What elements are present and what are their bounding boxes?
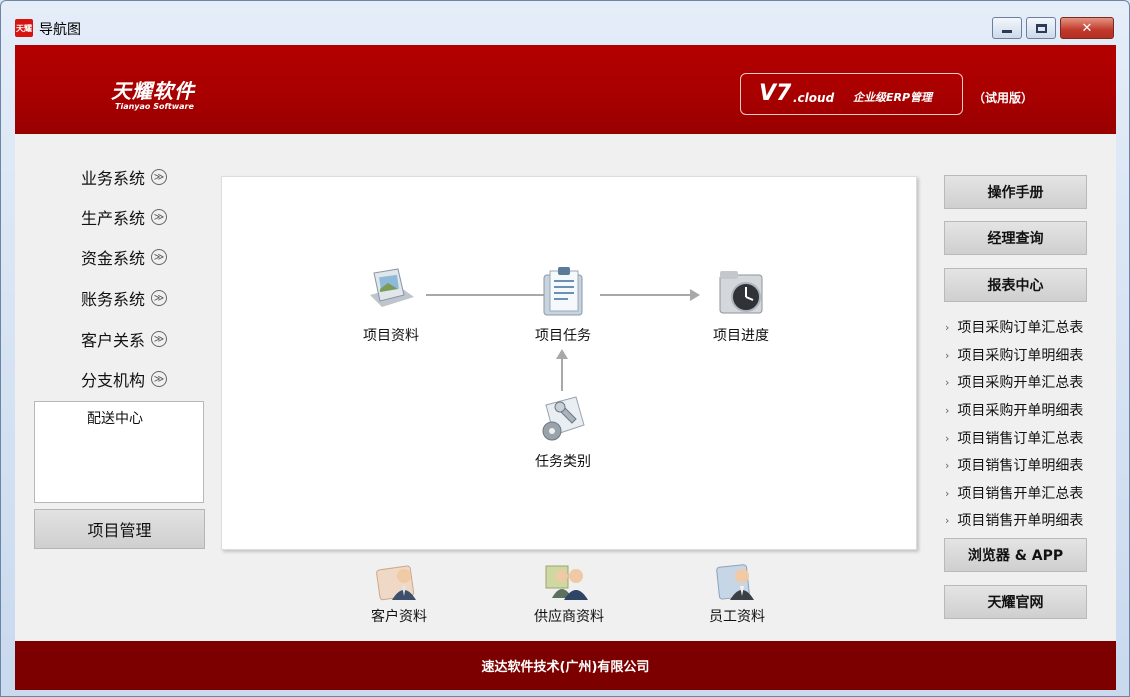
supplier-data-shortcut[interactable]: 供应商资料 xyxy=(524,562,614,626)
report-link-label: 项目采购开单汇总表 xyxy=(957,375,1084,391)
brand-logo: 天耀软件 Tianyao Software xyxy=(111,75,195,111)
browser-app-button[interactable]: 浏览器 & APP xyxy=(944,538,1087,572)
version-v7: V7 xyxy=(759,81,792,106)
window-title: 导航图 xyxy=(39,22,81,38)
node-label: 项目进度 xyxy=(713,328,769,344)
customer-data-icon xyxy=(374,562,424,602)
close-icon: ✕ xyxy=(1081,20,1093,36)
arrow-head xyxy=(556,349,568,359)
employee-data-shortcut[interactable]: 员工资料 xyxy=(692,562,782,626)
sub-item-distribution-center[interactable]: 配送中心 xyxy=(87,408,143,428)
manager-query-button[interactable]: 经理查询 xyxy=(944,221,1087,255)
sidebar-item-label: 客户关系 xyxy=(81,331,146,350)
chevron-right-icon: › xyxy=(945,486,950,500)
header-banner: 天耀软件 Tianyao Software V7 .cloud 企业级ERP管理… xyxy=(15,45,1116,134)
report-link[interactable]: › 项目销售订单明细表 xyxy=(945,455,1083,475)
report-link[interactable]: › 项目采购开单明细表 xyxy=(945,400,1083,420)
logo-cn: 天耀软件 xyxy=(111,79,195,103)
footer-bar: 速达软件技术(广州)有限公司 xyxy=(15,641,1116,690)
chevron-right-icon: › xyxy=(945,403,950,417)
node-label: 项目任务 xyxy=(535,328,591,344)
node-label: 项目资料 xyxy=(363,328,419,344)
chevron-right-icon: › xyxy=(945,375,950,389)
project-progress-icon xyxy=(714,265,768,319)
report-link[interactable]: › 项目采购订单汇总表 xyxy=(945,317,1083,337)
sidebar-item-accounts[interactable]: 账务系统 ≫ xyxy=(81,286,168,310)
shortcut-label: 供应商资料 xyxy=(534,609,604,625)
chevron-down-icon: ≫ xyxy=(151,209,168,225)
report-link[interactable]: › 项目采购开单汇总表 xyxy=(945,372,1083,392)
chevron-right-icon: › xyxy=(945,458,950,472)
title-bar[interactable]: 天耀 导航图 ✕ xyxy=(1,1,1129,45)
trial-label: （试用版） xyxy=(973,91,1034,105)
supplier-data-icon xyxy=(544,562,594,602)
flow-arrow xyxy=(600,294,692,296)
logo-en: Tianyao Software xyxy=(115,102,194,111)
sidebar-item-label: 生产系统 xyxy=(81,209,146,228)
project-task-icon xyxy=(536,265,590,319)
sidebar-item-label: 账务系统 xyxy=(81,290,146,309)
sidebar-item-label: 业务系统 xyxy=(81,169,146,188)
sidebar-item-label: 分支机构 xyxy=(81,371,146,390)
report-link-label: 项目采购开单明细表 xyxy=(957,403,1084,419)
employee-data-icon xyxy=(712,562,762,602)
sidebar-item-business[interactable]: 业务系统 ≫ xyxy=(81,165,168,189)
chevron-right-icon: › xyxy=(945,431,950,445)
sidebar-item-crm[interactable]: 客户关系 ≫ xyxy=(81,327,168,351)
node-project-data[interactable]: 项目资料 xyxy=(346,265,436,345)
sidebar-item-branches[interactable]: 分支机构 ≫ xyxy=(81,367,168,391)
report-link-label: 项目销售开单明细表 xyxy=(957,513,1084,529)
version-cloud: .cloud xyxy=(793,91,835,105)
chevron-down-icon: ≫ xyxy=(151,249,168,265)
shortcut-label: 客户资料 xyxy=(371,609,427,625)
report-link-label: 项目采购订单明细表 xyxy=(957,348,1084,364)
client-area: 天耀软件 Tianyao Software V7 .cloud 企业级ERP管理… xyxy=(15,45,1116,690)
report-link-label: 项目销售订单明细表 xyxy=(957,458,1084,474)
customer-data-shortcut[interactable]: 客户资料 xyxy=(354,562,444,626)
report-link[interactable]: › 项目采购订单明细表 xyxy=(945,345,1083,365)
report-link[interactable]: › 项目销售订单汇总表 xyxy=(945,428,1083,448)
close-button[interactable]: ✕ xyxy=(1060,17,1114,39)
chevron-right-icon: › xyxy=(945,513,950,527)
maximize-button[interactable] xyxy=(1026,17,1056,39)
report-link[interactable]: › 项目销售开单汇总表 xyxy=(945,483,1083,503)
node-label: 任务类别 xyxy=(535,454,591,470)
minimize-button[interactable] xyxy=(992,17,1022,39)
sidebar-item-label: 资金系统 xyxy=(81,249,146,268)
flow-canvas: 项目资料 项目任务 项目进度 任务类别 xyxy=(221,176,917,550)
node-task-category[interactable]: 任务类别 xyxy=(518,391,608,471)
window: 天耀 导航图 ✕ 天耀软件 Tianyao Software V7 .cloud… xyxy=(0,0,1130,697)
official-website-button[interactable]: 天耀官网 xyxy=(944,585,1087,619)
report-link-label: 项目销售订单汇总表 xyxy=(957,431,1084,447)
maximize-icon xyxy=(1035,23,1047,33)
chevron-down-icon: ≫ xyxy=(151,169,168,185)
sub-menu-panel: 配送中心 xyxy=(34,401,204,503)
version-erp: 企业级ERP管理 xyxy=(853,91,933,104)
chevron-right-icon: › xyxy=(945,320,950,334)
report-link-label: 项目采购订单汇总表 xyxy=(957,320,1084,336)
chevron-right-icon: › xyxy=(945,348,950,362)
flow-arrow xyxy=(561,359,563,391)
report-link-label: 项目销售开单汇总表 xyxy=(957,486,1084,502)
operation-manual-button[interactable]: 操作手册 xyxy=(944,175,1087,209)
minimize-icon xyxy=(1002,29,1012,33)
project-management-button[interactable]: 项目管理 xyxy=(34,509,205,549)
node-project-progress[interactable]: 项目进度 xyxy=(696,265,786,345)
chevron-down-icon: ≫ xyxy=(151,371,168,387)
node-project-task[interactable]: 项目任务 xyxy=(518,265,608,345)
report-center-button[interactable]: 报表中心 xyxy=(944,268,1087,302)
sidebar-item-funds[interactable]: 资金系统 ≫ xyxy=(81,245,168,269)
task-category-icon xyxy=(536,391,590,445)
app-icon: 天耀 xyxy=(15,19,33,37)
project-data-icon xyxy=(364,265,418,319)
chevron-down-icon: ≫ xyxy=(151,290,168,306)
company-name: 速达软件技术(广州)有限公司 xyxy=(481,660,650,675)
chevron-down-icon: ≫ xyxy=(151,331,168,347)
report-link[interactable]: › 项目销售开单明细表 xyxy=(945,510,1083,530)
version-box: V7 .cloud 企业级ERP管理 xyxy=(740,73,963,115)
sidebar-item-production[interactable]: 生产系统 ≫ xyxy=(81,205,168,229)
shortcut-label: 员工资料 xyxy=(709,609,765,625)
